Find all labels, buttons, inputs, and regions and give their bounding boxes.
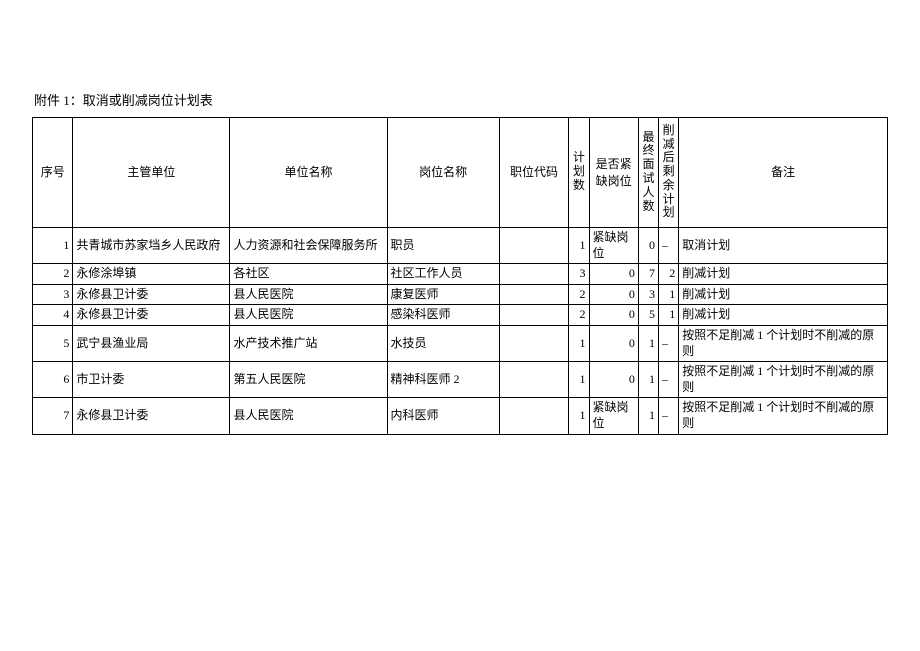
cell-short: 0 <box>589 284 638 305</box>
cell-dept: 永修县卫计委 <box>73 305 230 326</box>
cell-idx: 4 <box>33 305 73 326</box>
th-short: 是否紧缺岗位 <box>589 118 638 228</box>
cell-code <box>499 398 569 434</box>
cell-idx: 2 <box>33 264 73 285</box>
cell-interv: 5 <box>638 305 658 326</box>
th-remain: 削减后剩余计划 <box>659 118 679 228</box>
cell-post: 职员 <box>387 228 499 264</box>
cell-dept: 市卫计委 <box>73 362 230 398</box>
cell-remain: 1 <box>659 305 679 326</box>
cell-short: 0 <box>589 325 638 361</box>
page-title: 附件 1：取消或削减岗位计划表 <box>32 90 888 109</box>
table-row: 6 市卫计委 第五人民医院 精神科医师 2 1 0 1 – 按照不足削减 1 个… <box>33 362 888 398</box>
cell-interv: 1 <box>638 398 658 434</box>
table-row: 1 共青城市苏家垱乡人民政府 人力资源和社会保障服务所 职员 1 紧缺岗位 0 … <box>33 228 888 264</box>
cell-remark: 按照不足削减 1 个计划时不削减的原则 <box>679 398 888 434</box>
cell-short: 紧缺岗位 <box>589 228 638 264</box>
th-plan: 计划数 <box>569 118 589 228</box>
th-remark: 备注 <box>679 118 888 228</box>
cell-remain: – <box>659 362 679 398</box>
cell-plan: 1 <box>569 398 589 434</box>
cell-remain: – <box>659 398 679 434</box>
cell-interv: 1 <box>638 362 658 398</box>
cell-code <box>499 305 569 326</box>
cell-plan: 1 <box>569 325 589 361</box>
cell-plan: 2 <box>569 284 589 305</box>
cell-dept: 武宁县渔业局 <box>73 325 230 361</box>
cell-post: 社区工作人员 <box>387 264 499 285</box>
th-code: 职位代码 <box>499 118 569 228</box>
cell-dept: 永修县卫计委 <box>73 398 230 434</box>
cell-interv: 7 <box>638 264 658 285</box>
cell-short: 0 <box>589 305 638 326</box>
cell-short: 紧缺岗位 <box>589 398 638 434</box>
th-dept: 主管单位 <box>73 118 230 228</box>
cell-remain: 1 <box>659 284 679 305</box>
th-unit: 单位名称 <box>230 118 387 228</box>
cell-interv: 1 <box>638 325 658 361</box>
cell-unit: 各社区 <box>230 264 387 285</box>
cell-short: 0 <box>589 264 638 285</box>
cell-dept: 共青城市苏家垱乡人民政府 <box>73 228 230 264</box>
table-row: 7 永修县卫计委 县人民医院 内科医师 1 紧缺岗位 1 – 按照不足削减 1 … <box>33 398 888 434</box>
cell-unit: 县人民医院 <box>230 398 387 434</box>
cell-post: 水技员 <box>387 325 499 361</box>
cell-post: 感染科医师 <box>387 305 499 326</box>
cell-unit: 第五人民医院 <box>230 362 387 398</box>
cell-plan: 1 <box>569 228 589 264</box>
th-idx: 序号 <box>33 118 73 228</box>
table-row: 4 永修县卫计委 县人民医院 感染科医师 2 0 5 1 削减计划 <box>33 305 888 326</box>
cell-unit: 县人民医院 <box>230 305 387 326</box>
cell-remain: 2 <box>659 264 679 285</box>
table-row: 5 武宁县渔业局 水产技术推广站 水技员 1 0 1 – 按照不足削减 1 个计… <box>33 325 888 361</box>
table-row: 2 永修涂埠镇 各社区 社区工作人员 3 0 7 2 削减计划 <box>33 264 888 285</box>
cell-remain: – <box>659 228 679 264</box>
cell-unit: 水产技术推广站 <box>230 325 387 361</box>
cell-remark: 取消计划 <box>679 228 888 264</box>
cell-code <box>499 264 569 285</box>
table-row: 3 永修县卫计委 县人民医院 康复医师 2 0 3 1 削减计划 <box>33 284 888 305</box>
cell-unit: 人力资源和社会保障服务所 <box>230 228 387 264</box>
th-interv: 最终面试人数 <box>638 118 658 228</box>
cell-dept: 永修县卫计委 <box>73 284 230 305</box>
cell-idx: 7 <box>33 398 73 434</box>
cell-short: 0 <box>589 362 638 398</box>
cell-code <box>499 284 569 305</box>
cell-remark: 按照不足削减 1 个计划时不削减的原则 <box>679 362 888 398</box>
th-post: 岗位名称 <box>387 118 499 228</box>
cell-remark: 削减计划 <box>679 284 888 305</box>
cell-post: 精神科医师 2 <box>387 362 499 398</box>
cell-unit: 县人民医院 <box>230 284 387 305</box>
cell-dept: 永修涂埠镇 <box>73 264 230 285</box>
plan-table: 序号 主管单位 单位名称 岗位名称 职位代码 计划数 是否紧缺岗位 最终面试人数… <box>32 117 888 435</box>
cell-plan: 2 <box>569 305 589 326</box>
cell-code <box>499 362 569 398</box>
cell-plan: 3 <box>569 264 589 285</box>
cell-idx: 1 <box>33 228 73 264</box>
cell-interv: 3 <box>638 284 658 305</box>
cell-idx: 6 <box>33 362 73 398</box>
cell-interv: 0 <box>638 228 658 264</box>
cell-idx: 3 <box>33 284 73 305</box>
cell-post: 康复医师 <box>387 284 499 305</box>
cell-idx: 5 <box>33 325 73 361</box>
cell-remain: – <box>659 325 679 361</box>
cell-remark: 按照不足削减 1 个计划时不削减的原则 <box>679 325 888 361</box>
cell-code <box>499 228 569 264</box>
cell-code <box>499 325 569 361</box>
cell-plan: 1 <box>569 362 589 398</box>
cell-post: 内科医师 <box>387 398 499 434</box>
table-header-row: 序号 主管单位 单位名称 岗位名称 职位代码 计划数 是否紧缺岗位 最终面试人数… <box>33 118 888 228</box>
table-body: 1 共青城市苏家垱乡人民政府 人力资源和社会保障服务所 职员 1 紧缺岗位 0 … <box>33 228 888 435</box>
cell-remark: 削减计划 <box>679 264 888 285</box>
cell-remark: 削减计划 <box>679 305 888 326</box>
